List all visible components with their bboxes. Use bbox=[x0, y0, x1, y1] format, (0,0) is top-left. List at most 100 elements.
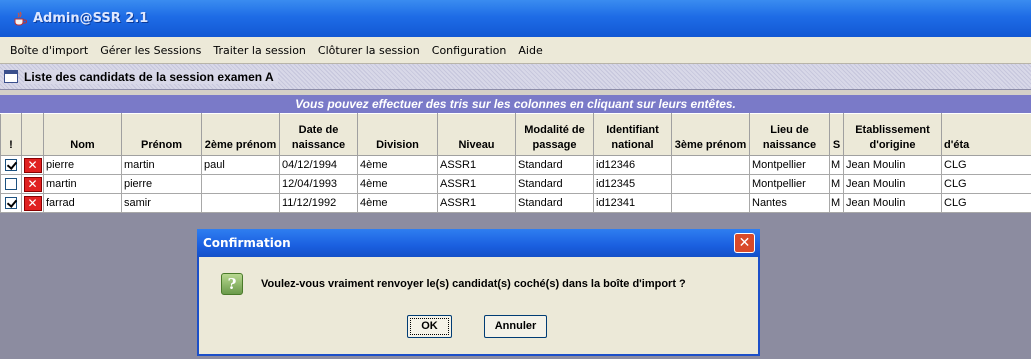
cell-prenom[interactable]: pierre bbox=[121, 174, 202, 194]
delete-icon[interactable]: ✕ bbox=[23, 195, 42, 211]
cell-niveau[interactable]: ASSR1 bbox=[437, 155, 516, 175]
row-checkbox-cell bbox=[0, 155, 22, 175]
cell-etablissement[interactable]: Jean Moulin bbox=[843, 174, 942, 194]
cell-lieu[interactable]: Montpellier bbox=[749, 155, 830, 175]
cell-nom[interactable]: farrad bbox=[43, 193, 122, 213]
col-header-sexe[interactable]: S bbox=[829, 113, 844, 156]
col-header-prenom2[interactable]: 2ème prénom bbox=[201, 113, 280, 156]
cell-niveau[interactable]: ASSR1 bbox=[437, 174, 516, 194]
row-checkbox[interactable] bbox=[5, 178, 17, 191]
question-icon: ? bbox=[221, 273, 243, 295]
menu-configuration[interactable]: Configuration bbox=[426, 44, 513, 57]
row-delete-cell: ✕ bbox=[21, 155, 44, 175]
table-header-row: ! Nom Prénom 2ème prénom Date de naissan… bbox=[0, 113, 1031, 156]
cell-lieu[interactable]: Nantes bbox=[749, 193, 830, 213]
cell-sexe[interactable]: M bbox=[829, 193, 844, 213]
cell-niveau[interactable]: ASSR1 bbox=[437, 193, 516, 213]
cell-etablissement[interactable]: Jean Moulin bbox=[843, 193, 942, 213]
delete-icon[interactable]: ✕ bbox=[23, 176, 42, 192]
menu-cloturer-session[interactable]: Clôturer la session bbox=[312, 44, 426, 57]
row-checkbox-cell bbox=[0, 193, 22, 213]
col-header-nom[interactable]: Nom bbox=[43, 113, 122, 156]
row-delete-cell: ✕ bbox=[21, 174, 44, 194]
dialog-title: Confirmation bbox=[203, 236, 291, 250]
col-header-identifiant-label: Identifiant national bbox=[606, 124, 659, 151]
col-header-modalite-label: Modalité de passage bbox=[524, 124, 585, 151]
menu-traiter-session[interactable]: Traiter la session bbox=[207, 44, 312, 57]
confirmation-dialog: Confirmation ✕ ? Voulez-vous vraiment re… bbox=[197, 229, 760, 356]
col-header-prenom3-label: 3ème prénom bbox=[674, 139, 747, 151]
dialog-close-button[interactable]: ✕ bbox=[734, 233, 755, 253]
cell-prenom3[interactable] bbox=[671, 193, 750, 213]
window-titlebar: Admin@SSR 2.1 bbox=[0, 0, 1031, 37]
candidates-table: ! Nom Prénom 2ème prénom Date de naissan… bbox=[0, 113, 1031, 213]
col-header-prenom3[interactable]: 3ème prénom bbox=[671, 113, 750, 156]
col-header-prenom2-label: 2ème prénom bbox=[204, 139, 277, 151]
col-header-date-label: Date de naissance bbox=[291, 124, 346, 151]
cell-prenom[interactable]: samir bbox=[121, 193, 202, 213]
col-header-etat[interactable]: d'éta bbox=[941, 113, 1031, 156]
cell-identifiant[interactable]: id12345 bbox=[593, 174, 672, 194]
cell-identifiant[interactable]: id12346 bbox=[593, 155, 672, 175]
col-header-delete[interactable] bbox=[21, 113, 44, 156]
col-header-lieu-label: Lieu de naissance bbox=[762, 124, 817, 151]
cell-nom[interactable]: pierre bbox=[43, 155, 122, 175]
cell-etablissement[interactable]: Jean Moulin bbox=[843, 155, 942, 175]
cell-modalite[interactable]: Standard bbox=[515, 174, 594, 194]
cell-identifiant[interactable]: id12341 bbox=[593, 193, 672, 213]
cell-prenom3[interactable] bbox=[671, 174, 750, 194]
table-row[interactable]: ✕ pierre martin paul 04/12/1994 4ème ASSR1 Stan… bbox=[0, 155, 1031, 175]
frame-icon bbox=[4, 70, 18, 83]
delete-icon[interactable]: ✕ bbox=[23, 157, 42, 173]
sort-hint-banner: Vous pouvez effectuer des tris sur les c… bbox=[0, 95, 1031, 113]
cell-date[interactable]: 12/04/1993 bbox=[279, 174, 358, 194]
menu-aide[interactable]: Aide bbox=[512, 44, 548, 57]
cell-etat[interactable]: CLG bbox=[941, 174, 1031, 194]
cell-lieu[interactable]: Montpellier bbox=[749, 174, 830, 194]
table-row[interactable]: ✕ martin pierre 12/04/1993 4ème ASSR1 Standard… bbox=[0, 174, 1031, 194]
col-header-lieu-naissance[interactable]: Lieu de naissance bbox=[749, 113, 830, 156]
col-header-flag[interactable]: ! bbox=[0, 113, 22, 156]
row-checkbox-cell bbox=[0, 174, 22, 194]
cell-division[interactable]: 4ème bbox=[357, 174, 438, 194]
row-checkbox[interactable] bbox=[5, 197, 17, 210]
menu-boite-import[interactable]: Boîte d'import bbox=[4, 44, 94, 57]
cell-etat[interactable]: CLG bbox=[941, 155, 1031, 175]
col-header-modalite[interactable]: Modalité de passage bbox=[515, 113, 594, 156]
menu-bar: Boîte d'import Gérer les Sessions Traite… bbox=[0, 37, 1031, 64]
col-header-etablissement-label: Etablissement d'origine bbox=[855, 124, 930, 151]
window-title: Admin@SSR 2.1 bbox=[33, 11, 149, 26]
menu-gerer-sessions[interactable]: Gérer les Sessions bbox=[94, 44, 207, 57]
cancel-button[interactable]: Annuler bbox=[484, 315, 547, 338]
col-header-niveau[interactable]: Niveau bbox=[437, 113, 516, 156]
table-row[interactable]: ✕ farrad samir 11/12/1992 4ème ASSR1 Standard i… bbox=[0, 193, 1031, 213]
cell-nom[interactable]: martin bbox=[43, 174, 122, 194]
java-cup-icon bbox=[12, 11, 28, 27]
cell-prenom2[interactable] bbox=[201, 174, 280, 194]
col-header-prenom[interactable]: Prénom bbox=[121, 113, 202, 156]
col-header-date-naissance[interactable]: Date de naissance bbox=[279, 113, 358, 156]
cell-etat[interactable]: CLG bbox=[941, 193, 1031, 213]
col-header-identifiant[interactable]: Identifiant national bbox=[593, 113, 672, 156]
panel-title: Liste des candidats de la session examen… bbox=[24, 69, 278, 84]
cell-prenom2[interactable] bbox=[201, 193, 280, 213]
ok-button[interactable]: OK bbox=[407, 315, 452, 338]
cell-date[interactable]: 11/12/1992 bbox=[279, 193, 358, 213]
cell-division[interactable]: 4ème bbox=[357, 155, 438, 175]
cell-prenom3[interactable] bbox=[671, 155, 750, 175]
cell-sexe[interactable]: M bbox=[829, 174, 844, 194]
cell-date[interactable]: 04/12/1994 bbox=[279, 155, 358, 175]
row-delete-cell: ✕ bbox=[21, 193, 44, 213]
cell-prenom2[interactable]: paul bbox=[201, 155, 280, 175]
dialog-message: Voulez-vous vraiment renvoyer le(s) cand… bbox=[261, 278, 686, 290]
cell-sexe[interactable]: M bbox=[829, 155, 844, 175]
cell-division[interactable]: 4ème bbox=[357, 193, 438, 213]
row-checkbox[interactable] bbox=[5, 159, 17, 172]
col-header-etablissement[interactable]: Etablissement d'origine bbox=[843, 113, 942, 156]
internal-frame-header: Liste des candidats de la session examen… bbox=[0, 64, 1031, 90]
dialog-titlebar: Confirmation ✕ bbox=[197, 229, 760, 257]
cell-prenom[interactable]: martin bbox=[121, 155, 202, 175]
cell-modalite[interactable]: Standard bbox=[515, 155, 594, 175]
cell-modalite[interactable]: Standard bbox=[515, 193, 594, 213]
col-header-division[interactable]: Division bbox=[357, 113, 438, 156]
